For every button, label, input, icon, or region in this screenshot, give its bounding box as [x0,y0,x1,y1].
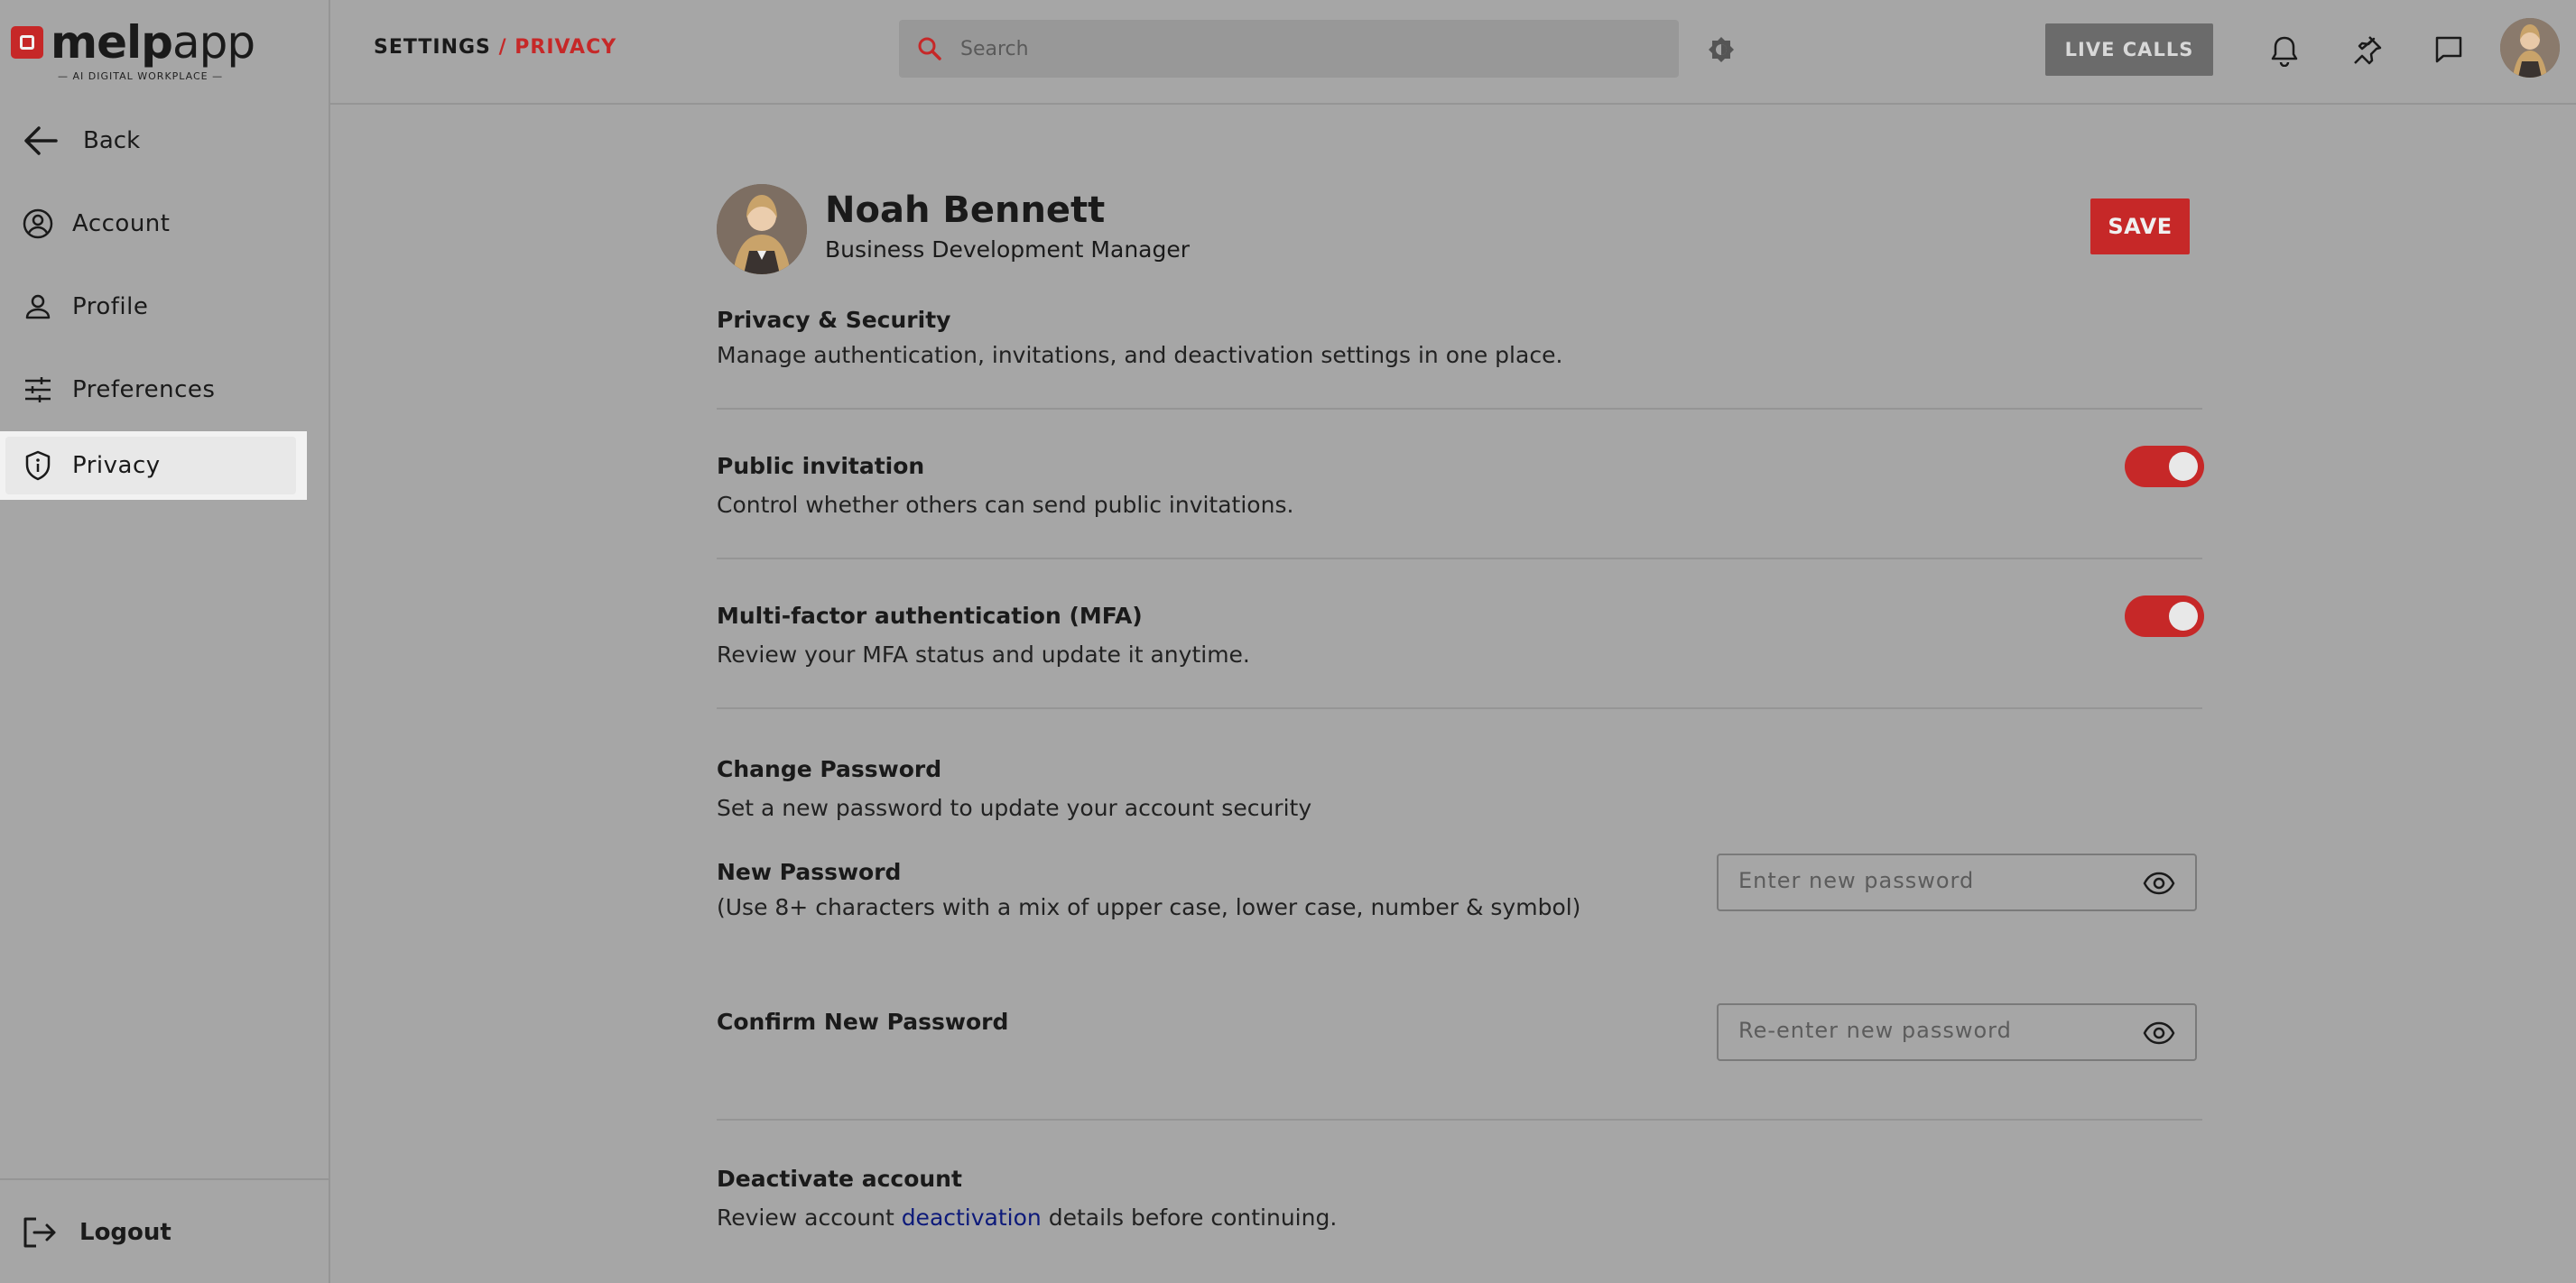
arrow-left-icon [24,126,58,155]
confirm-password-row: Confirm New Password [717,1003,2202,1061]
privacy-security-section: Privacy & Security Manage authentication… [717,307,2202,368]
logo-mark-icon [11,26,43,59]
logo-tagline: — AI DIGITAL WORKPLACE — [58,70,224,82]
public-invitation-description: Control whether others can send public i… [717,492,1294,518]
sidebar-item-privacy[interactable]: Privacy [0,431,307,500]
save-button[interactable]: SAVE [2090,198,2190,254]
change-password-description: Set a new password to update your accoun… [717,795,1312,821]
profile-avatar [717,184,807,274]
divider [717,1119,2202,1121]
sliders-icon [25,377,51,402]
back-button[interactable]: Back [23,121,140,161]
sidebar: melpapp — AI DIGITAL WORKPLACE — Back Ac… [0,0,330,1283]
avatar-photo [2500,18,2560,78]
live-calls-button[interactable]: LIVE CALLS [2045,23,2213,76]
privacy-settings-panel: Noah Bennett Business Development Manage… [717,171,2204,1231]
logout-button[interactable]: Logout [22,1216,171,1249]
sidebar-item-profile[interactable]: Profile [0,280,330,334]
divider [717,707,2202,709]
person-icon [25,294,51,319]
divider [717,558,2202,559]
app-logo[interactable]: melpapp — AI DIGITAL WORKPLACE — [11,20,255,82]
mfa-description: Review your MFA status and update it any… [717,642,1250,668]
chat-icon [2435,36,2462,63]
public-invitation-row: Public invitation Control whether others… [717,446,2204,518]
search-bar[interactable] [899,20,1679,78]
new-password-input[interactable] [1738,868,2117,893]
deactivate-title: Deactivate account [717,1166,962,1192]
account-circle-icon [23,208,53,239]
mfa-toggle[interactable] [2125,595,2204,637]
change-password-title: Change Password [717,756,942,782]
profile-photo [717,184,807,274]
section-description: Manage authentication, invitations, and … [717,342,1563,368]
breadcrumb-separator: / [490,36,515,59]
profile-job-title: Business Development Manager [825,236,1191,263]
new-password-row: New Password (Use 8+ characters with a m… [717,854,2202,920]
breadcrumb-root[interactable]: SETTINGS [374,36,491,59]
shield-icon [25,450,51,481]
brightness-icon [1709,37,1734,62]
public-invitation-toggle[interactable] [2125,446,2204,487]
top-bar: SETTINGS / PRIVACY LIVE CALLS [330,0,2576,105]
sidebar-item-label: Profile [72,293,149,320]
breadcrumb: SETTINGS / PRIVACY [374,36,616,59]
search-icon [918,37,941,60]
deactivate-description: Review account deactivation details befo… [717,1205,2202,1231]
sidebar-item-account[interactable]: Account [0,197,330,251]
theme-toggle-button[interactable] [1708,36,1735,67]
confirm-password-input[interactable] [1738,1018,2117,1043]
deactivation-link[interactable]: deactivation [902,1205,1042,1231]
deactivate-section: Deactivate account Review account deacti… [717,1166,2202,1231]
notifications-button[interactable] [2269,34,2300,70]
mfa-title: Multi-factor authentication (MFA) [717,603,1143,629]
public-invitation-title: Public invitation [717,453,925,479]
mfa-row: Multi-factor authentication (MFA) Review… [717,595,2204,668]
section-title: Privacy & Security [717,307,951,333]
breadcrumb-current: PRIVACY [514,36,617,59]
logo-text-light: app [171,16,255,69]
search-input[interactable] [960,37,1664,60]
back-label: Back [83,127,141,154]
confirm-password-field [1717,1003,2197,1061]
new-password-field [1717,854,2197,911]
profile-name: Noah Bennett [825,189,1106,231]
deactivate-desc-before: Review account [717,1205,902,1231]
sidebar-item-label: Account [72,210,171,237]
change-password-section: Change Password Set a new password to up… [717,756,2202,821]
eye-icon[interactable] [2143,872,2175,895]
pin-icon [2354,36,2382,65]
sidebar-item-label: Privacy [72,452,161,479]
logout-label: Logout [79,1219,171,1246]
pinned-button[interactable] [2350,34,2383,70]
divider [717,408,2202,410]
sidebar-item-preferences[interactable]: Preferences [0,363,330,417]
bell-icon [2271,36,2298,68]
eye-icon[interactable] [2143,1021,2175,1045]
profile-header: Noah Bennett Business Development Manage… [717,171,2202,274]
messages-button[interactable] [2433,34,2464,69]
sidebar-footer: Logout [0,1178,329,1283]
user-avatar[interactable] [2500,18,2560,78]
deactivate-desc-after: details before continuing. [1041,1205,1338,1231]
logo-text-bold: melp [51,16,173,69]
sidebar-item-label: Preferences [72,376,216,403]
logout-icon [23,1217,56,1248]
